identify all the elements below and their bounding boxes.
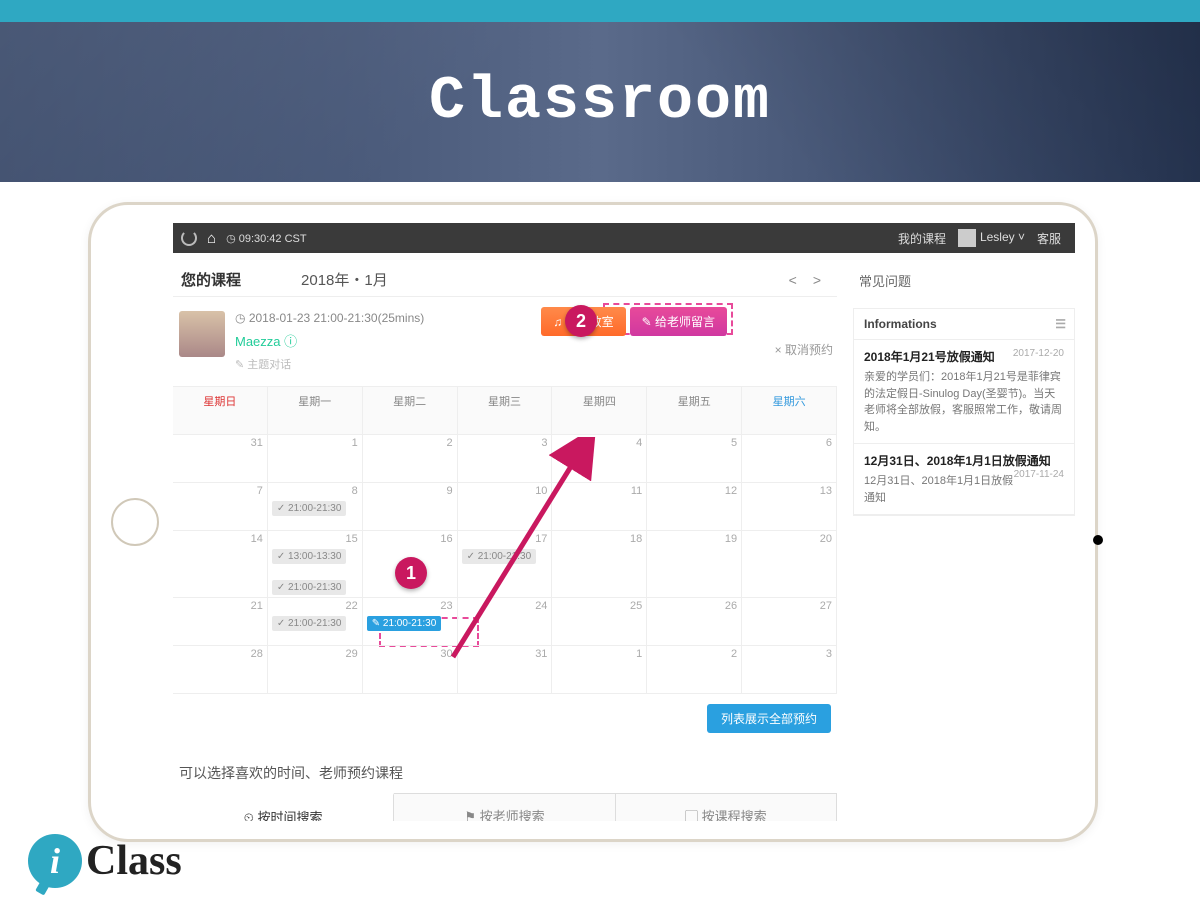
info-card: Informations ☰ 2018年1月21号放假通知 2017-12-20… xyxy=(853,308,1075,516)
tab-by-time[interactable]: ⏲ 按时间搜索 xyxy=(173,793,394,821)
calendar-cell[interactable]: 31 xyxy=(458,646,553,694)
calendar-cell[interactable]: 13 xyxy=(742,483,837,531)
status-bar: ⌂ ◷ 09:30:42 CST 我的课程 Lesley ˅ 客服 xyxy=(173,223,1075,253)
logo-text: Class xyxy=(86,837,182,885)
tab-by-teacher[interactable]: ⚑ 按老师搜索 xyxy=(394,794,615,821)
clock-text: ◷ 09:30:42 CST xyxy=(226,232,307,245)
time-slot[interactable]: 21:00-21:30 xyxy=(272,501,347,516)
calendar-cell[interactable]: 18 xyxy=(552,531,647,598)
message-teacher-button[interactable]: ✎ 给老师留言 xyxy=(630,307,727,336)
time-slot[interactable]: 21:00-21:30 xyxy=(272,580,347,595)
screen: ⌂ ◷ 09:30:42 CST 我的课程 Lesley ˅ 客服 您的课程 2… xyxy=(173,223,1075,821)
calendar: 1 星期日 星期一 星期二 星期三 星期四 星期五 星期六 3112345678… xyxy=(173,386,837,743)
calendar-cell[interactable]: 28 xyxy=(173,646,268,694)
calendar-cell[interactable]: 29 xyxy=(268,646,363,694)
calendar-cell[interactable]: 25 xyxy=(552,598,647,646)
calendar-cell[interactable]: 7 xyxy=(173,483,268,531)
iclass-logo: i Class xyxy=(28,834,182,888)
calendar-cell[interactable]: 19 xyxy=(647,531,742,598)
session-topic: ✎ 主题对话 xyxy=(235,356,424,372)
course-header: 您的课程 2018年・1月 < > xyxy=(173,263,837,297)
calendar-cell[interactable]: 24 xyxy=(458,598,553,646)
faq-header[interactable]: 常见问题 xyxy=(853,263,1075,298)
info-item[interactable]: 2018年1月21号放假通知 2017-12-20 亲爱的学员们：2018年1月… xyxy=(854,340,1074,444)
show-all-bookings-button[interactable]: 列表展示全部预约 xyxy=(707,704,831,733)
calendar-cell[interactable]: 2321:00-21:30 xyxy=(363,598,458,646)
logo-bubble: i xyxy=(28,834,82,888)
nav-my-courses[interactable]: 我的课程 xyxy=(898,230,946,247)
next-month-button[interactable]: > xyxy=(805,270,829,290)
time-slot[interactable]: 13:00-13:30 xyxy=(272,549,347,564)
pencil-icon: ✎ xyxy=(642,315,652,329)
calendar-cell[interactable]: 1 xyxy=(552,646,647,694)
cancel-booking-link[interactable]: × 取消预约 xyxy=(775,341,833,358)
calendar-cell[interactable]: 821:00-21:30 xyxy=(268,483,363,531)
session-card: ◷ 2018-01-23 21:00-21:30(25mins) Maezza … xyxy=(173,297,837,386)
calendar-cell[interactable]: 1721:00-21:30 xyxy=(458,531,553,598)
calendar-cell[interactable]: 4 xyxy=(552,435,647,483)
callout-2: 2 xyxy=(565,305,597,337)
list-icon[interactable]: ☰ xyxy=(1055,317,1066,331)
calendar-cell[interactable]: 1513:00-13:3021:00-21:30 xyxy=(268,531,363,598)
top-accent-bar xyxy=(0,0,1200,22)
tab-by-course[interactable]: ▢ 按课程搜索 xyxy=(616,794,837,821)
tablet-frame: ⌂ ◷ 09:30:42 CST 我的课程 Lesley ˅ 客服 您的课程 2… xyxy=(88,202,1098,842)
your-courses-label: 您的课程 xyxy=(181,269,241,290)
headset-icon: ♫ xyxy=(553,315,562,329)
info-header: Informations ☰ xyxy=(854,309,1074,340)
calendar-cell[interactable]: 3 xyxy=(458,435,553,483)
calendar-cell[interactable]: 2221:00-21:30 xyxy=(268,598,363,646)
calendar-cell[interactable]: 6 xyxy=(742,435,837,483)
tablet-home-button[interactable] xyxy=(111,498,159,546)
info-item[interactable]: 12月31日、2018年1月1日放假通知 2017-11-24 12月31日、2… xyxy=(854,444,1074,515)
home-icon[interactable]: ⌂ xyxy=(207,230,216,247)
calendar-cell[interactable]: 12 xyxy=(647,483,742,531)
teacher-name[interactable]: Maezza ⓘ xyxy=(235,331,424,350)
calendar-cell[interactable]: 21 xyxy=(173,598,268,646)
hint-text: 可以选择喜欢的时间、老师预约课程 xyxy=(173,743,837,793)
calendar-cell[interactable]: 2 xyxy=(363,435,458,483)
calendar-cell[interactable]: 26 xyxy=(647,598,742,646)
calendar-cell[interactable]: 20 xyxy=(742,531,837,598)
calendar-cell[interactable]: 9 xyxy=(363,483,458,531)
banner-title: Classroom xyxy=(429,68,771,136)
calendar-cell[interactable]: 5 xyxy=(647,435,742,483)
calendar-cell[interactable]: 11 xyxy=(552,483,647,531)
session-datetime: ◷ 2018-01-23 21:00-21:30(25mins) xyxy=(235,311,424,325)
time-slot-active[interactable]: 21:00-21:30 xyxy=(367,616,442,631)
banner: Classroom xyxy=(0,22,1200,182)
sidebar: 常见问题 Informations ☰ 2018年1月21号放假通知 2017-… xyxy=(845,253,1075,821)
calendar-cell[interactable]: 14 xyxy=(173,531,268,598)
teacher-avatar[interactable] xyxy=(179,311,225,357)
nav-support[interactable]: 客服 xyxy=(1037,230,1061,247)
main-column: 您的课程 2018年・1月 < > ◷ 2018-01-23 21:00-21:… xyxy=(173,253,845,821)
calendar-cell[interactable]: 3 xyxy=(742,646,837,694)
calendar-cell[interactable]: 30 xyxy=(363,646,458,694)
time-slot[interactable]: 21:00-21:30 xyxy=(272,616,347,631)
tablet-side-button xyxy=(1093,535,1103,545)
month-label: 2018年・1月 xyxy=(301,269,388,290)
prev-month-button[interactable]: < xyxy=(781,270,805,290)
calendar-cell[interactable]: 1 xyxy=(268,435,363,483)
calendar-cell[interactable]: 10 xyxy=(458,483,553,531)
search-tabs: ⏲ 按时间搜索 ⚑ 按老师搜索 ▢ 按课程搜索 xyxy=(173,793,837,821)
weekday-header: 星期日 星期一 星期二 星期三 星期四 星期五 星期六 xyxy=(173,387,837,435)
loading-spinner-icon xyxy=(181,230,197,246)
calendar-cell[interactable]: 27 xyxy=(742,598,837,646)
nav-user[interactable]: Lesley ˅ xyxy=(958,229,1025,247)
avatar-icon xyxy=(958,229,976,247)
calendar-cell[interactable]: 2 xyxy=(647,646,742,694)
time-slot[interactable]: 21:00-21:30 xyxy=(462,549,537,564)
calendar-cell[interactable]: 31 xyxy=(173,435,268,483)
callout-1: 1 xyxy=(395,557,427,589)
